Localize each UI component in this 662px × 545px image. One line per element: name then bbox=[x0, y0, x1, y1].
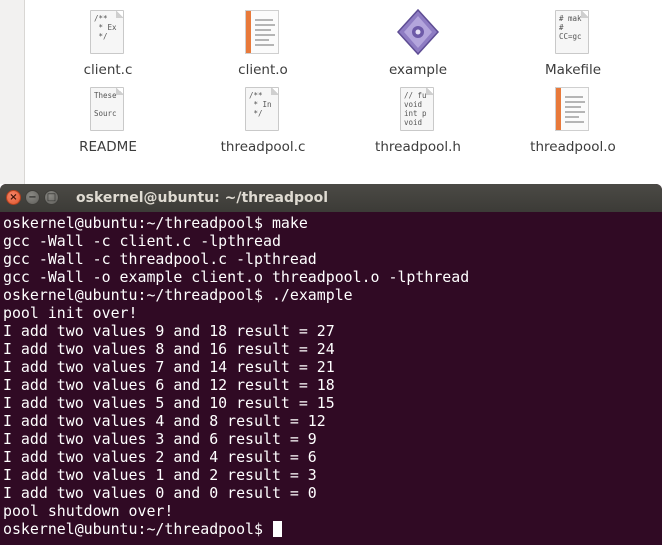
terminal-line: I add two values 0 and 0 result = 0 bbox=[3, 484, 317, 502]
terminal-line: I add two values 2 and 4 result = 6 bbox=[3, 448, 317, 466]
text-c-source-icon: /** * Ex */ bbox=[90, 10, 126, 56]
terminal-line: I add two values 5 and 10 result = 15 bbox=[3, 394, 335, 412]
file-readme[interactable]: These Sourc README bbox=[53, 87, 163, 155]
file-client-c[interactable]: /** * Ex */ client.c bbox=[53, 10, 163, 78]
terminal-window: × − □ oskernel@ubuntu: ~/threadpool oske… bbox=[0, 184, 662, 545]
terminal-line: pool init over! bbox=[3, 304, 138, 322]
close-button[interactable]: × bbox=[6, 190, 21, 205]
executable-icon bbox=[396, 8, 440, 56]
file-client-o[interactable]: client.o bbox=[208, 10, 318, 78]
terminal-line: gcc -Wall -c threadpool.c -lpthread bbox=[3, 250, 317, 268]
terminal-line: oskernel@ubuntu:~/threadpool$ ./example bbox=[3, 286, 353, 304]
terminal-line: pool shutdown over! bbox=[3, 502, 174, 520]
terminal-line: I add two values 7 and 14 result = 21 bbox=[3, 358, 335, 376]
file-threadpool-c[interactable]: /** * In */ threadpool.c bbox=[208, 87, 318, 155]
sidebar-edge bbox=[0, 0, 25, 184]
file-threadpool-h[interactable]: // fu void int p void threadpool.h bbox=[363, 87, 473, 155]
terminal-line: I add two values 6 and 12 result = 18 bbox=[3, 376, 335, 394]
file-name: threadpool.c bbox=[220, 139, 306, 155]
terminal-output[interactable]: oskernel@ubuntu:~/threadpool$ make gcc -… bbox=[3, 214, 659, 538]
terminal-line: I add two values 9 and 18 result = 27 bbox=[3, 322, 335, 340]
terminal-line: gcc -Wall -c client.c -lpthread bbox=[3, 232, 281, 250]
file-name: README bbox=[79, 139, 137, 155]
file-example[interactable]: example bbox=[363, 8, 473, 78]
object-file-icon bbox=[555, 87, 591, 133]
file-name: Makefile bbox=[544, 62, 602, 78]
terminal-titlebar[interactable]: × − □ oskernel@ubuntu: ~/threadpool bbox=[0, 184, 662, 212]
text-file-icon: These Sourc bbox=[90, 87, 126, 133]
makefile-icon: # mak # CC=gc bbox=[555, 10, 591, 56]
text-c-source-icon: /** * In */ bbox=[245, 87, 281, 133]
terminal-line: I add two values 3 and 6 result = 9 bbox=[3, 430, 317, 448]
terminal-cursor bbox=[272, 521, 282, 537]
file-makefile[interactable]: # mak # CC=gc Makefile bbox=[518, 10, 628, 78]
file-name: client.c bbox=[83, 62, 133, 78]
file-manager: /** * Ex */ client.c client.o example # … bbox=[0, 0, 662, 184]
file-name: example bbox=[388, 62, 448, 78]
file-threadpool-o[interactable]: threadpool.o bbox=[518, 87, 628, 155]
text-c-header-icon: // fu void int p void bbox=[400, 87, 436, 133]
minimize-button[interactable]: − bbox=[25, 190, 40, 205]
terminal-line: I add two values 8 and 16 result = 24 bbox=[3, 340, 335, 358]
terminal-prompt: oskernel@ubuntu:~/threadpool$ bbox=[3, 520, 272, 538]
window-title: oskernel@ubuntu: ~/threadpool bbox=[76, 190, 329, 206]
terminal-line: gcc -Wall -o example client.o threadpool… bbox=[3, 268, 470, 286]
file-name: threadpool.h bbox=[375, 139, 461, 155]
file-name: client.o bbox=[238, 62, 288, 78]
terminal-line: I add two values 1 and 2 result = 3 bbox=[3, 466, 317, 484]
object-file-icon bbox=[245, 10, 281, 56]
file-name: threadpool.o bbox=[530, 139, 616, 155]
terminal-prompt-line[interactable]: oskernel@ubuntu:~/threadpool$ bbox=[3, 520, 659, 538]
terminal-line: I add two values 4 and 8 result = 12 bbox=[3, 412, 326, 430]
terminal-line: oskernel@ubuntu:~/threadpool$ make bbox=[3, 214, 308, 232]
maximize-button[interactable]: □ bbox=[44, 190, 59, 205]
